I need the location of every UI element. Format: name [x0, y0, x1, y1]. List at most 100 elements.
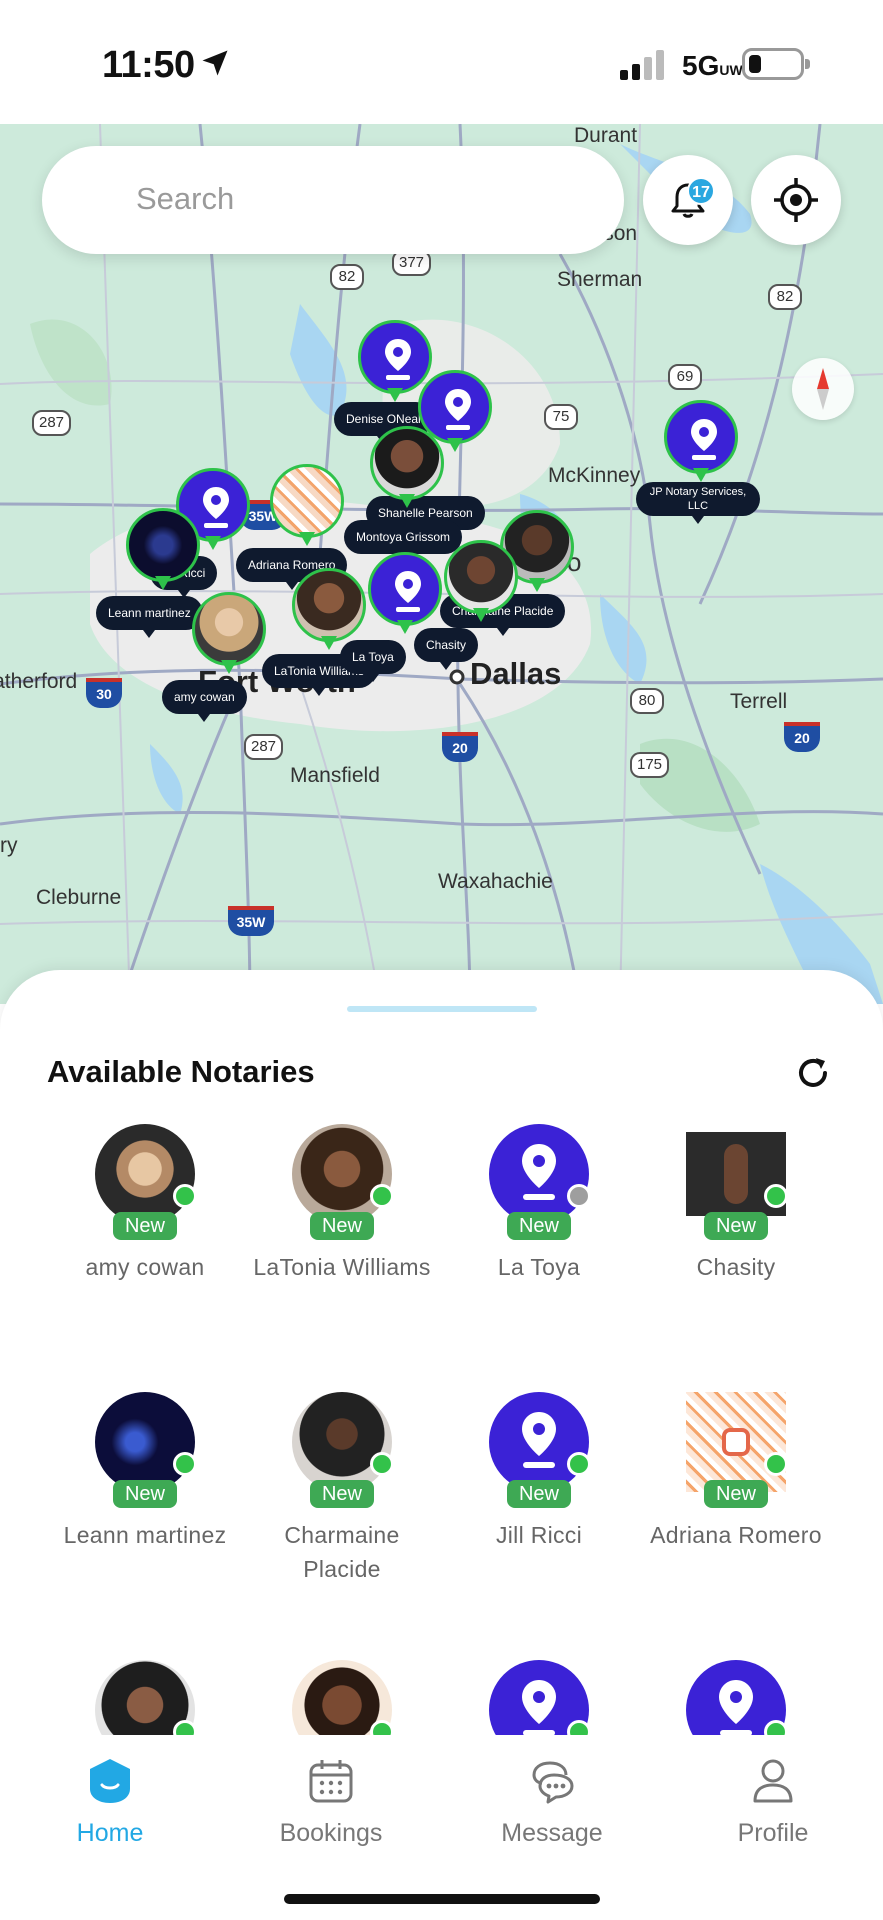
online-status-dot [370, 1452, 394, 1476]
map-label-waxahachie: Waxahachie [438, 870, 553, 893]
route-shield: 80 [630, 688, 664, 714]
interstate-shield: 20 [784, 722, 820, 752]
new-badge: New [113, 1480, 177, 1508]
calendar-icon [309, 1760, 353, 1803]
route-shield: 287 [244, 734, 284, 760]
notary-name: La Toya [497, 1254, 581, 1280]
avatar [95, 1392, 195, 1492]
route-shield: 175 [630, 752, 670, 778]
tab-profile[interactable]: Profile [683, 1757, 863, 1867]
map-pin[interactable] [270, 464, 344, 548]
notary-name: Jill Ricci [495, 1522, 583, 1548]
battery-icon [742, 48, 810, 80]
notary-card[interactable]: New Adriana Romero [638, 1392, 834, 1622]
online-status-dot [567, 1452, 591, 1476]
pin-avatar [370, 426, 444, 500]
map-pin-icon [691, 419, 717, 460]
tab-message[interactable]: Message [462, 1757, 642, 1867]
compass-icon[interactable] [792, 358, 854, 420]
map-pin[interactable] [292, 568, 366, 652]
map-view[interactable]: Durant Denison Sherman McKinney Plano Da… [0, 124, 883, 1004]
map-label-weatherford: Weatherford [0, 670, 78, 693]
tab-label: Home [76, 1819, 144, 1847]
online-status-dot [764, 1452, 788, 1476]
avatar [686, 1124, 786, 1224]
pin-avatar [444, 540, 518, 614]
search-bar[interactable] [42, 146, 624, 254]
map-label-granbury: Granbury [0, 834, 18, 857]
notary-card[interactable]: New amy cowan [47, 1124, 243, 1354]
map-pin[interactable] [192, 592, 266, 676]
avatar [489, 1124, 589, 1224]
map-pin[interactable] [664, 400, 738, 484]
notary-name: Leann martinez [63, 1522, 227, 1548]
notary-card[interactable]: New Chasity [638, 1124, 834, 1354]
new-badge: New [507, 1480, 571, 1508]
pin-label-jp[interactable]: JP Notary Services, LLC [636, 482, 760, 524]
map-pin-icon [395, 571, 421, 612]
route-shield: 82 [330, 264, 364, 290]
route-shield: 75 [544, 404, 578, 430]
notary-card[interactable]: New La Toya [441, 1124, 637, 1354]
map-label-durant: Durant [574, 124, 638, 147]
status-bar: 11:50 5GUW [0, 0, 883, 124]
map-pin[interactable] [368, 552, 442, 636]
home-indicator[interactable] [284, 1894, 600, 1904]
online-status-dot [173, 1184, 197, 1208]
interstate-shield: 35W [228, 906, 274, 936]
map-label-sherman: Sherman [557, 268, 643, 291]
tab-label: Profile [737, 1819, 809, 1847]
interstate-shield: 30 [86, 678, 122, 708]
app-screen: 11:50 5GUW Durant Sherman McKinney Dalla… [0, 0, 883, 1920]
map-label-mckinney: McKinney [548, 464, 641, 487]
crosshair-icon [774, 178, 818, 222]
pin-avatar [126, 508, 200, 582]
pin-label-leann[interactable]: Leann martinez [96, 596, 203, 638]
location-arrow-icon [202, 50, 228, 76]
offline-status-dot [567, 1184, 591, 1208]
network-type: 5GUW [682, 50, 743, 81]
cellular-signal-icon [620, 50, 664, 80]
online-status-dot [764, 1184, 788, 1208]
new-badge: New [704, 1212, 768, 1240]
map-pin[interactable] [126, 508, 200, 592]
map-pin-icon [522, 1144, 556, 1200]
home-icon [90, 1759, 130, 1803]
notary-card[interactable]: New Jill Ricci [441, 1392, 637, 1622]
tab-label: Message [501, 1819, 603, 1847]
map-label-mansfield: Mansfield [290, 764, 380, 787]
route-shield: 69 [668, 364, 702, 390]
tab-home[interactable]: Home [20, 1757, 200, 1867]
tab-bookings[interactable]: Bookings [241, 1757, 421, 1867]
interstate-shield: 20 [442, 732, 478, 762]
notifications-button[interactable]: 17 [643, 155, 733, 245]
map-label-dallas: Dallas [470, 656, 562, 691]
map-pin[interactable] [370, 426, 444, 510]
pin-avatar [192, 592, 266, 666]
notification-count-badge: 17 [687, 177, 715, 205]
route-shield: 82 [768, 284, 802, 310]
refresh-icon[interactable] [792, 1052, 834, 1094]
new-badge: New [704, 1480, 768, 1508]
notary-name: Adriana Romero [650, 1522, 822, 1548]
notary-card[interactable]: New Charmaine Placide [244, 1392, 440, 1622]
drag-handle[interactable] [347, 1006, 537, 1012]
new-badge: New [507, 1212, 571, 1240]
online-status-dot [173, 1452, 197, 1476]
new-badge: New [310, 1480, 374, 1508]
search-input[interactable] [136, 176, 576, 222]
map-pin[interactable] [444, 540, 518, 624]
sheet-title: Available Notaries [47, 1054, 315, 1089]
notary-name: Charmaine Placide [284, 1522, 400, 1582]
avatar [95, 1124, 195, 1224]
pin-avatar [270, 464, 344, 538]
online-status-dot [370, 1184, 394, 1208]
new-badge: New [113, 1212, 177, 1240]
map-label-cleburne: Cleburne [36, 886, 122, 909]
notary-name: LaTonia Williams [253, 1254, 431, 1280]
status-time: 11:50 [102, 44, 195, 86]
my-location-button[interactable] [751, 155, 841, 245]
notary-card[interactable]: New LaTonia Williams [244, 1124, 440, 1354]
notary-card[interactable]: New Leann martinez [47, 1392, 243, 1622]
pin-label-amy[interactable]: amy cowan [162, 680, 247, 722]
